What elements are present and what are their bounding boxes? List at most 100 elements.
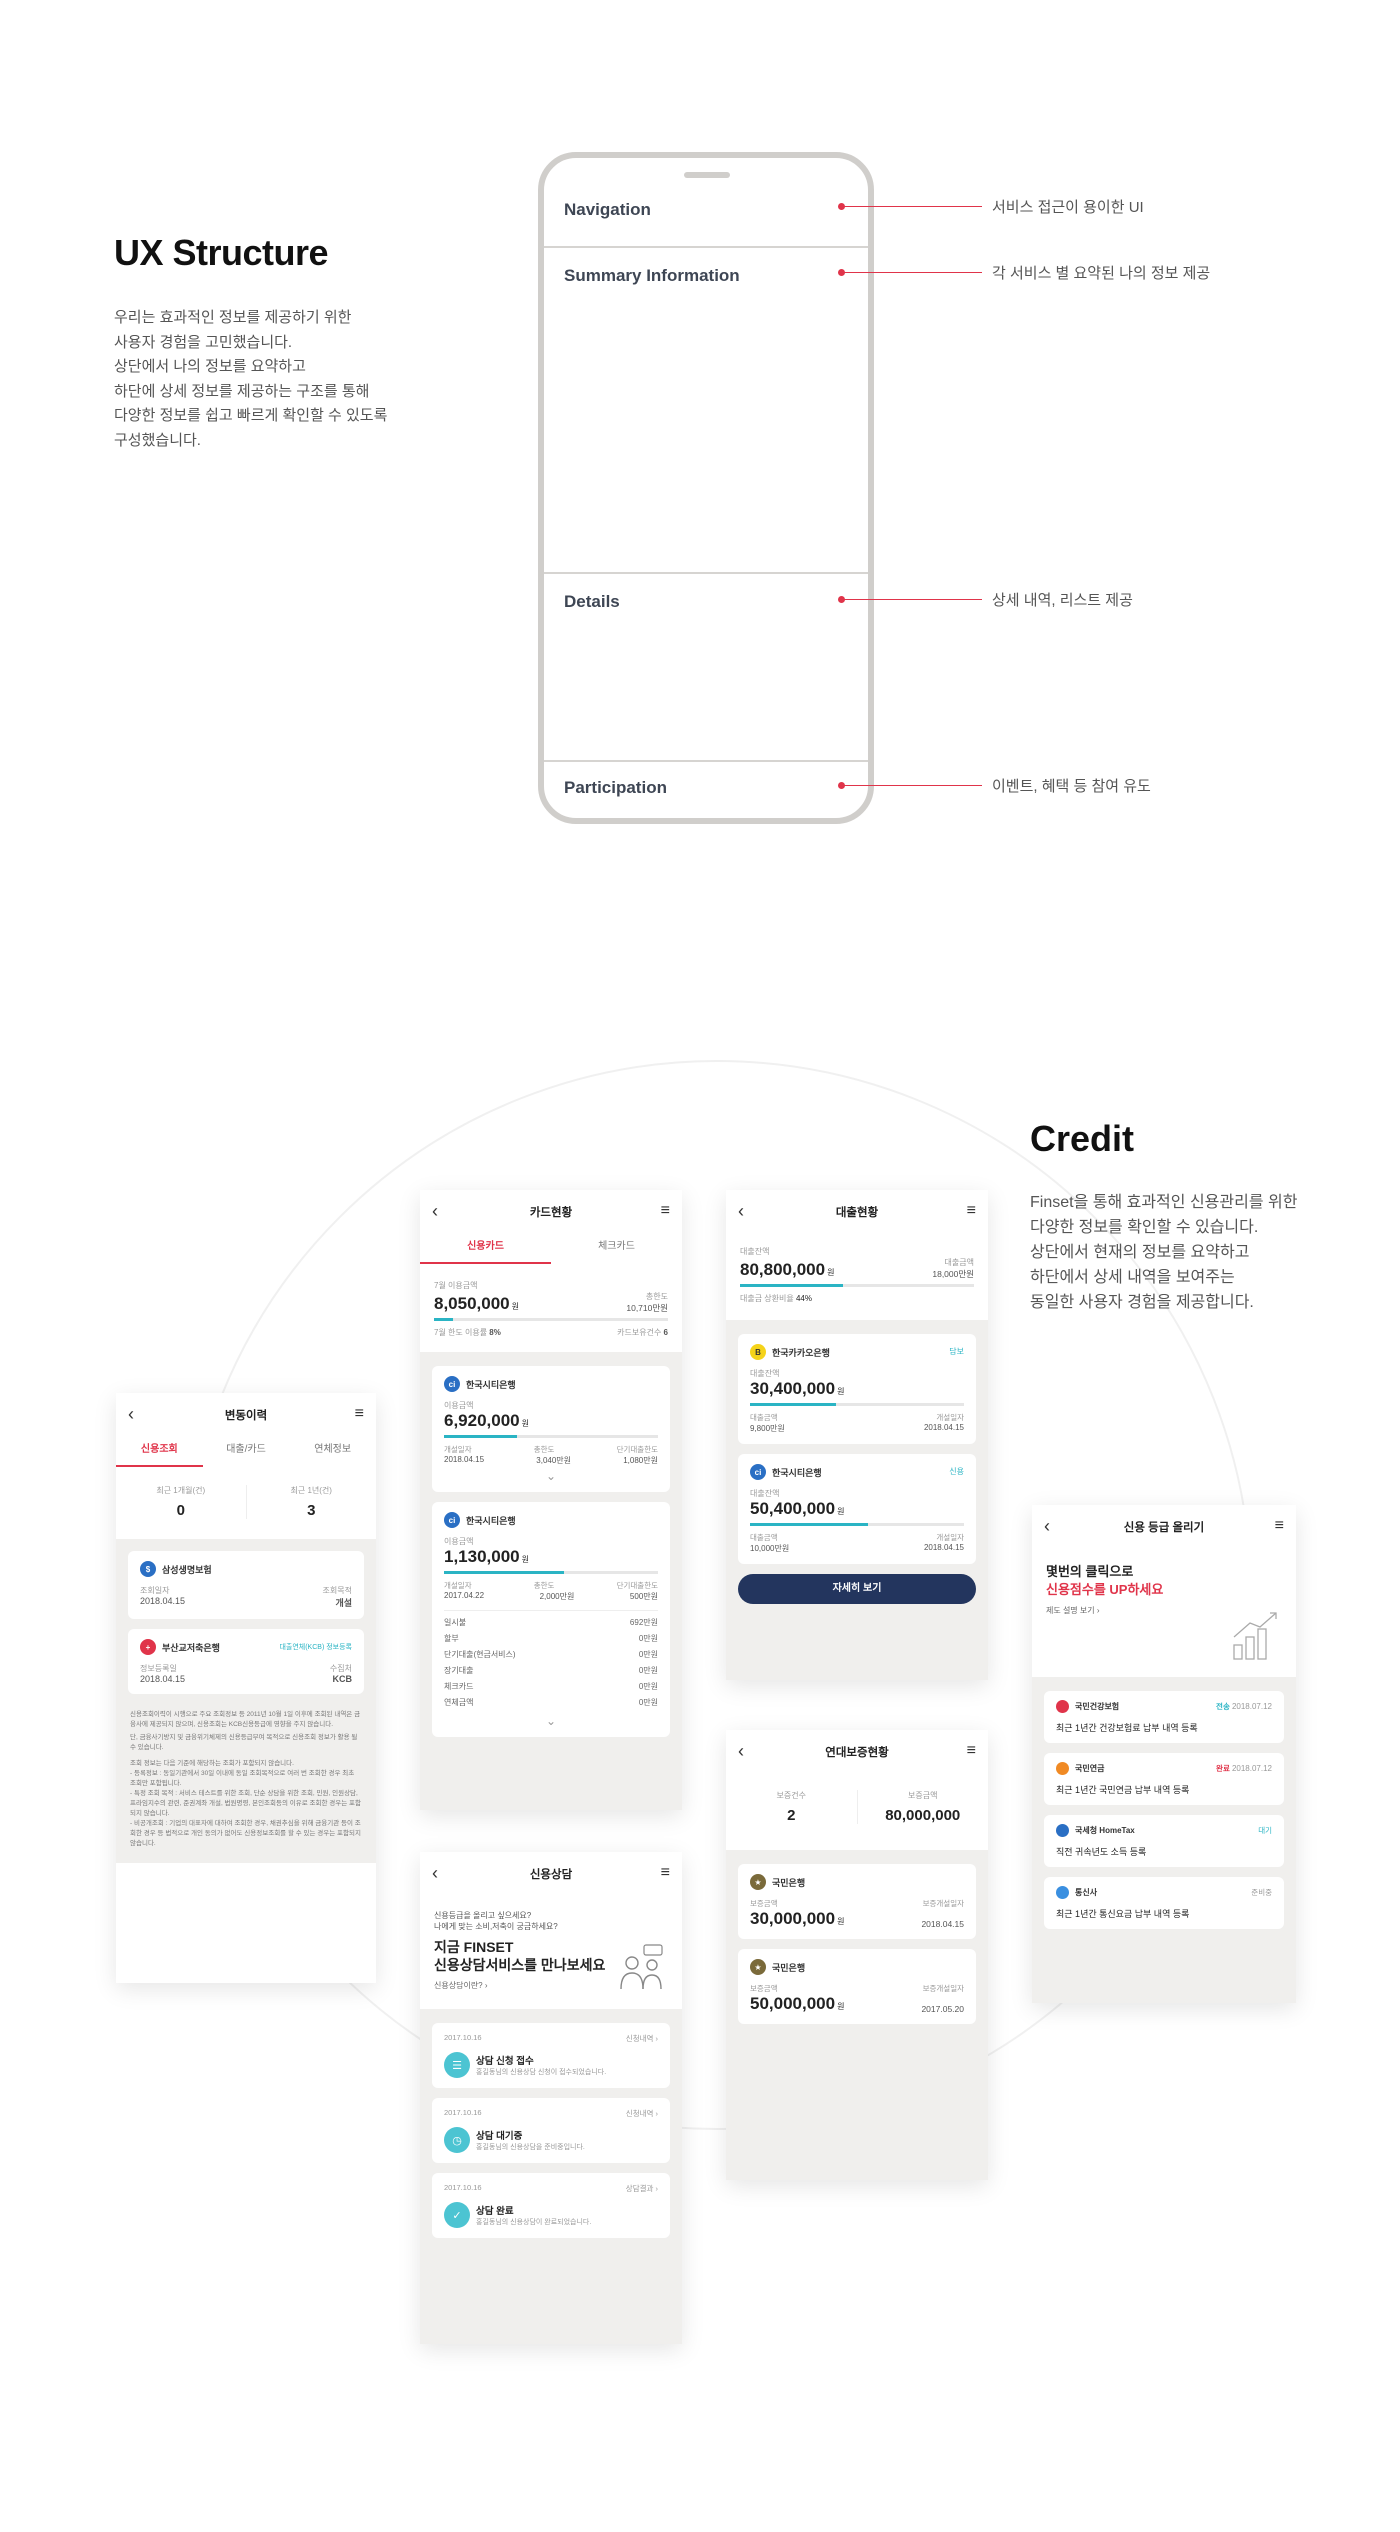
guarantee-item[interactable]: ★ 국민은행 보증금액 보증개설일자 50,000,000 원 2017.05.20 — [738, 1949, 976, 2024]
history-list: $ 삼성생명보험 조회일자 조회목적 2018.04.15 개설 + 부산교저축은행 대출… — [116, 1539, 376, 1706]
screen-consult: ‹ 신용상담 ≡ 신용등급을 올리고 싶으세요? 나에게 맞는 소비,저축이 궁… — [420, 1852, 682, 2344]
bank-logo-icon: + — [140, 1639, 156, 1655]
ux-structure-description: 우리는 효과적인 정보를 제공하기 위한 사용자 경험을 고민했습니다. 상단에… — [114, 306, 454, 453]
card-item[interactable]: ci 한국시티은행 이용금액 1,130,000 원 개설일자 총한도 단기대출한도 2… — [432, 1502, 670, 1737]
detail-value: 692만원 — [629, 1618, 658, 1627]
amount-label: 보증금액 — [750, 1899, 778, 1908]
balance-label: 대출잔액 — [740, 1247, 770, 1256]
screen-loan-status: ‹ 대출현황 ≡ 대출잔액 80,800,000 원 대출금액 18,000만원 대… — [726, 1190, 988, 1680]
back-icon[interactable]: ‹ — [1044, 1516, 1050, 1537]
view-details-button[interactable]: 자세히 보기 — [738, 1574, 976, 1604]
card-item[interactable]: ci 한국시티은행 이용금액 6,920,000 원 개설일자 총한도 단기대출한도 2… — [432, 1366, 670, 1492]
history-card[interactable]: + 부산교저축은행 대출연체(KCB) 정보등록 정보등록일 수집처 2018.04.… — [128, 1629, 364, 1694]
banner-question: 신용등급을 올리고 싶으세요? — [434, 1911, 532, 1920]
telecom-icon — [1056, 1886, 1069, 1899]
desc-line: 다양한 정보를 확인할 수 있습니다. — [1030, 1219, 1259, 1236]
item-link[interactable]: 신청내역 — [626, 2034, 654, 2043]
loan-item[interactable]: ci 한국시티은행 신용 대출잔액 50,400,000 원 대출금액 개설일자 10… — [738, 1454, 976, 1564]
stat-label: 최근 1개월(건) — [156, 1486, 206, 1495]
chevron-down-icon[interactable]: ⌄ — [444, 1715, 658, 1727]
callout-summary: 각 서비스 별 요약된 나의 정보 제공 — [992, 265, 1211, 282]
bank-logo-icon: ★ — [750, 1874, 766, 1890]
rate-value: 44% — [795, 1294, 812, 1303]
item-link[interactable]: 신청내역 — [626, 2109, 654, 2118]
tab-loan-card[interactable]: 대출/카드 — [203, 1437, 290, 1467]
consult-item[interactable]: 2017.10.16 신청내역 › ◷ 상담 대기중 홍길동님의 신용상담을 준비중… — [432, 2098, 670, 2163]
back-icon[interactable]: ‹ — [738, 1201, 744, 1222]
tab-overdue[interactable]: 연체정보 — [289, 1437, 376, 1467]
total-limit-label: 총한도 — [645, 1292, 668, 1301]
col-label: 총한도 — [533, 1581, 555, 1590]
guarantee-item[interactable]: ★ 국민은행 보증금액 보증개설일자 30,000,000 원 2018.04.15 — [738, 1864, 976, 1939]
menu-icon[interactable]: ≡ — [967, 1742, 976, 1760]
currency-unit: 원 — [511, 1302, 520, 1311]
what-is-consult-link[interactable]: 신용상담이란? — [434, 1981, 483, 1990]
consultants-icon — [620, 1944, 663, 1990]
desc-line: 우리는 효과적인 정보를 제공하기 위한 — [114, 309, 352, 326]
back-icon[interactable]: ‹ — [432, 1201, 438, 1222]
col-label: 대출금액 — [750, 1533, 778, 1542]
currency-unit: 원 — [827, 1268, 835, 1277]
loan-bar-fill — [750, 1523, 868, 1526]
history-card[interactable]: $ 삼성생명보험 조회일자 조회목적 2018.04.15 개설 — [128, 1551, 364, 1619]
upgrade-item[interactable]: 국민연금 완료 2018.07.12 최근 1년간 국민연금 납부 내역 등록 — [1044, 1753, 1284, 1805]
system-explanation-link[interactable]: 제도 설명 보기 — [1046, 1606, 1095, 1615]
screen-credit-upgrade: ‹ 신용 등급 올리기 ≡ 몇번의 클릭으로 신용점수를 UP하세요 제도 설명… — [1032, 1505, 1296, 2003]
section-participation: Participation — [544, 762, 868, 818]
bank-name: 한국카카오은행 — [772, 1347, 830, 1358]
back-icon[interactable]: ‹ — [738, 1741, 744, 1762]
upgrade-item[interactable]: 통신사 준비중 최근 1년간 통신요금 납부 내역 등록 — [1044, 1877, 1284, 1929]
col-value: 2,000만원 — [539, 1592, 575, 1601]
upgrade-item[interactable]: 국세청 HomeTax 대기 직전 귀속년도 소득 등록 — [1044, 1815, 1284, 1867]
menu-icon[interactable]: ≡ — [661, 1202, 670, 1220]
stat-label: 보증금액 — [908, 1791, 938, 1800]
tab-credit-inquiry[interactable]: 신용조회 — [116, 1437, 203, 1467]
repay-bar-fill — [740, 1284, 843, 1287]
callout-line — [842, 785, 982, 786]
currency-unit: 원 — [521, 1555, 530, 1564]
screen-history: ‹ 변동이력 ≡ 신용조회 대출/카드 연체정보 최근 1개월(건) 0 최근 … — [116, 1393, 376, 1983]
history-stats: 최근 1개월(건) 0 최근 1년(건) 3 — [116, 1467, 376, 1539]
desc-line: 상단에서 현재의 정보를 요약하고 — [1030, 1244, 1250, 1261]
item-link[interactable]: 상담결과 — [626, 2184, 654, 2193]
stat-label: 최근 1년(건) — [290, 1486, 332, 1495]
tab-credit-card[interactable]: 신용카드 — [420, 1234, 551, 1264]
menu-icon[interactable]: ≡ — [355, 1405, 364, 1423]
phone-wireframe: Navigation Summary Information Details P… — [538, 152, 874, 824]
detail-value: 0만원 — [638, 1650, 658, 1659]
loan-bar-fill — [750, 1403, 836, 1406]
menu-icon[interactable]: ≡ — [661, 1864, 670, 1882]
consult-item[interactable]: 2017.10.16 상담결과 › ✓ 상담 완료 홍길동님의 신용상담이 완료되었… — [432, 2173, 670, 2238]
stat-value: 2 — [787, 1807, 796, 1824]
screen-header: ‹ 신용상담 ≡ — [420, 1852, 682, 1896]
item-desc: 홍길동님의 신용상담이 완료되었습니다. — [476, 2219, 592, 2226]
amount-label: 보증금액 — [750, 1984, 778, 1993]
section-details: Details — [544, 574, 868, 762]
field-value: 2018.04.15 — [140, 1674, 186, 1684]
rate-label: 대출금 상환비율 — [740, 1294, 794, 1303]
date-label: 보증개설일자 — [922, 1899, 964, 1908]
back-icon[interactable]: ‹ — [128, 1404, 134, 1425]
pension-icon — [1056, 1762, 1069, 1775]
menu-icon[interactable]: ≡ — [1275, 1517, 1284, 1535]
detail-value: 0만원 — [638, 1698, 658, 1707]
section-navigation: Navigation — [544, 158, 868, 248]
count-value: 6 — [663, 1328, 668, 1337]
chevron-down-icon[interactable]: ⌄ — [444, 1470, 658, 1482]
col-label: 개설일자 — [444, 1581, 472, 1590]
back-icon[interactable]: ‹ — [432, 1863, 438, 1884]
date-value: 2017.05.20 — [921, 2004, 964, 2014]
detail-label: 체크카드 — [444, 1682, 474, 1691]
loan-item[interactable]: B 한국카카오은행 담보 대출잔액 30,400,000 원 대출금액 개설일자 9,… — [738, 1334, 976, 1444]
menu-icon[interactable]: ≡ — [967, 1202, 976, 1220]
screen-header: ‹ 카드현황 ≡ — [420, 1190, 682, 1234]
col-value: 2018.04.15 — [923, 1543, 964, 1552]
amount-value: 6,920,000 — [444, 1411, 520, 1430]
screen-header: ‹ 신용 등급 올리기 ≡ — [1032, 1505, 1296, 1549]
callout-navigation: 서비스 접근이 용이한 UI — [992, 199, 1144, 216]
consult-item[interactable]: 2017.10.16 신청내역 › ☰ 상담 신청 접수 홍길동님의 신용상담 신청… — [432, 2023, 670, 2088]
upgrade-item[interactable]: 국민건강보험 전송 2018.07.12 최근 1년간 건강보험료 납부 내역 … — [1044, 1691, 1284, 1743]
balance-amount: 80,800,000 — [740, 1260, 826, 1279]
tab-check-card[interactable]: 체크카드 — [551, 1234, 682, 1264]
item-date: 2017.10.16 — [444, 2108, 482, 2117]
